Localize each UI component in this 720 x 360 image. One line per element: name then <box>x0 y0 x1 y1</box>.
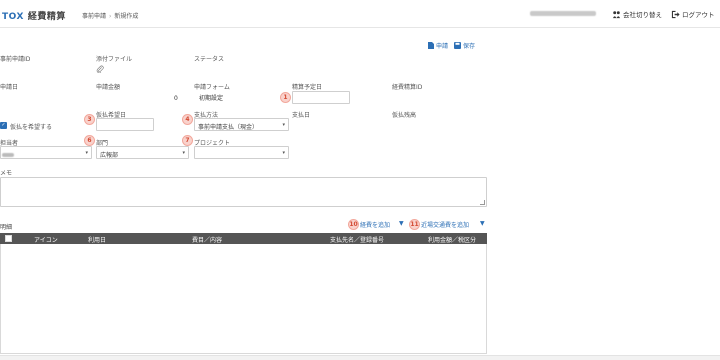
column-use-date: 利用日 <box>88 237 107 244</box>
request-date-label: 申請日 <box>0 84 19 91</box>
memo-label: メモ <box>0 170 13 177</box>
column-amount: 利用金額／税区分 <box>428 237 477 244</box>
switch-company-link[interactable]: 会社切り替え <box>612 9 662 19</box>
save-button[interactable]: 保存 <box>454 41 475 50</box>
add-transport-link[interactable]: 近場交通費を追加 <box>421 220 469 229</box>
details-table-header: アイコン 利用日 費目／内容 支払先名／登録番号 利用金額／税区分 <box>0 233 487 244</box>
advance-checkbox-label: 仮払を希望する <box>10 124 53 131</box>
add-expense-link[interactable]: 経費を追加 <box>360 220 390 229</box>
save-label: 保存 <box>463 43 476 50</box>
attachment-label: 添付ファイル <box>96 56 133 63</box>
resize-grip-icon[interactable] <box>480 200 485 205</box>
logout-link[interactable]: ログアウト <box>671 9 715 19</box>
switch-company-label: 会社切り替え <box>623 11 662 19</box>
logout-label: ログアウト <box>682 11 715 19</box>
advance-date-input[interactable] <box>96 118 154 131</box>
annotation-badge-4: 4 <box>182 114 193 125</box>
user-name-redacted <box>530 11 596 16</box>
settlement-date-label: 精算予定日 <box>292 84 323 91</box>
status-label: ステータス <box>194 56 225 63</box>
app-logo[interactable]: TOX 経費精算 <box>2 9 66 22</box>
advance-checkbox[interactable]: ✓ <box>0 122 7 129</box>
app-header: TOX 経費精算 事前申請 › 新規作成 会社切り替え ログアウト <box>0 0 720 28</box>
advance-balance-label: 仮払残高 <box>392 112 417 119</box>
request-amount-value: 0 <box>174 95 178 102</box>
document-icon <box>428 42 434 49</box>
annotation-badge-7: 7 <box>182 135 193 146</box>
annotation-badge-11: 11 <box>409 219 420 230</box>
details-title: 明細 <box>0 224 13 231</box>
request-form-value: 初期設定 <box>199 95 224 102</box>
save-icon <box>454 42 462 49</box>
payment-date-label: 支払日 <box>292 112 311 119</box>
annotation-badge-6: 6 <box>84 135 95 146</box>
request-amount-label: 申請金額 <box>96 84 121 91</box>
logo-text: 経費精算 <box>27 12 66 22</box>
settlement-date-input[interactable] <box>292 91 350 104</box>
annotation-badge-10: 10 <box>348 219 359 230</box>
breadcrumb-item-new: 新規作成 <box>114 13 139 20</box>
person-select[interactable] <box>0 146 92 159</box>
column-payee: 支払先名／登録番号 <box>330 237 385 244</box>
logout-icon <box>671 10 680 18</box>
request-form-label: 申請フォーム <box>194 84 230 91</box>
switch-company-icon <box>612 10 621 18</box>
breadcrumb-separator-icon: › <box>109 13 112 20</box>
person-value-redacted <box>2 153 14 157</box>
request-id-label: 事前申請ID <box>0 56 31 63</box>
form-actions: 申請 保存 <box>428 41 475 50</box>
expense-id-label: 経費精算ID <box>392 84 423 91</box>
page-footer <box>0 355 720 360</box>
details-table-body <box>0 244 487 354</box>
add-expense-dropdown-icon[interactable]: ▼ <box>399 220 404 227</box>
project-select[interactable] <box>194 146 289 159</box>
annotation-badge-3: 3 <box>84 114 95 125</box>
department-value: 広報部 <box>100 152 119 159</box>
memo-textarea[interactable] <box>0 177 487 207</box>
annotation-badge-1: 1 <box>280 92 291 103</box>
paperclip-icon[interactable] <box>96 65 104 73</box>
payment-method-value: 事前申請支払（現金） <box>198 124 259 131</box>
column-expense-item: 費目／内容 <box>192 237 223 244</box>
breadcrumb-item-prerequest[interactable]: 事前申請 <box>82 13 106 20</box>
department-select[interactable]: 広報部 <box>96 146 189 159</box>
apply-button[interactable]: 申請 <box>428 41 448 50</box>
logo-brand: TOX <box>2 12 24 22</box>
add-transport-dropdown-icon[interactable]: ▼ <box>480 220 485 227</box>
select-all-checkbox[interactable] <box>5 235 12 242</box>
column-icon: アイコン <box>34 237 58 244</box>
breadcrumb: 事前申請 › 新規作成 <box>82 11 138 20</box>
apply-label: 申請 <box>436 43 449 50</box>
payment-method-select[interactable]: 事前申請支払（現金） <box>194 118 289 131</box>
